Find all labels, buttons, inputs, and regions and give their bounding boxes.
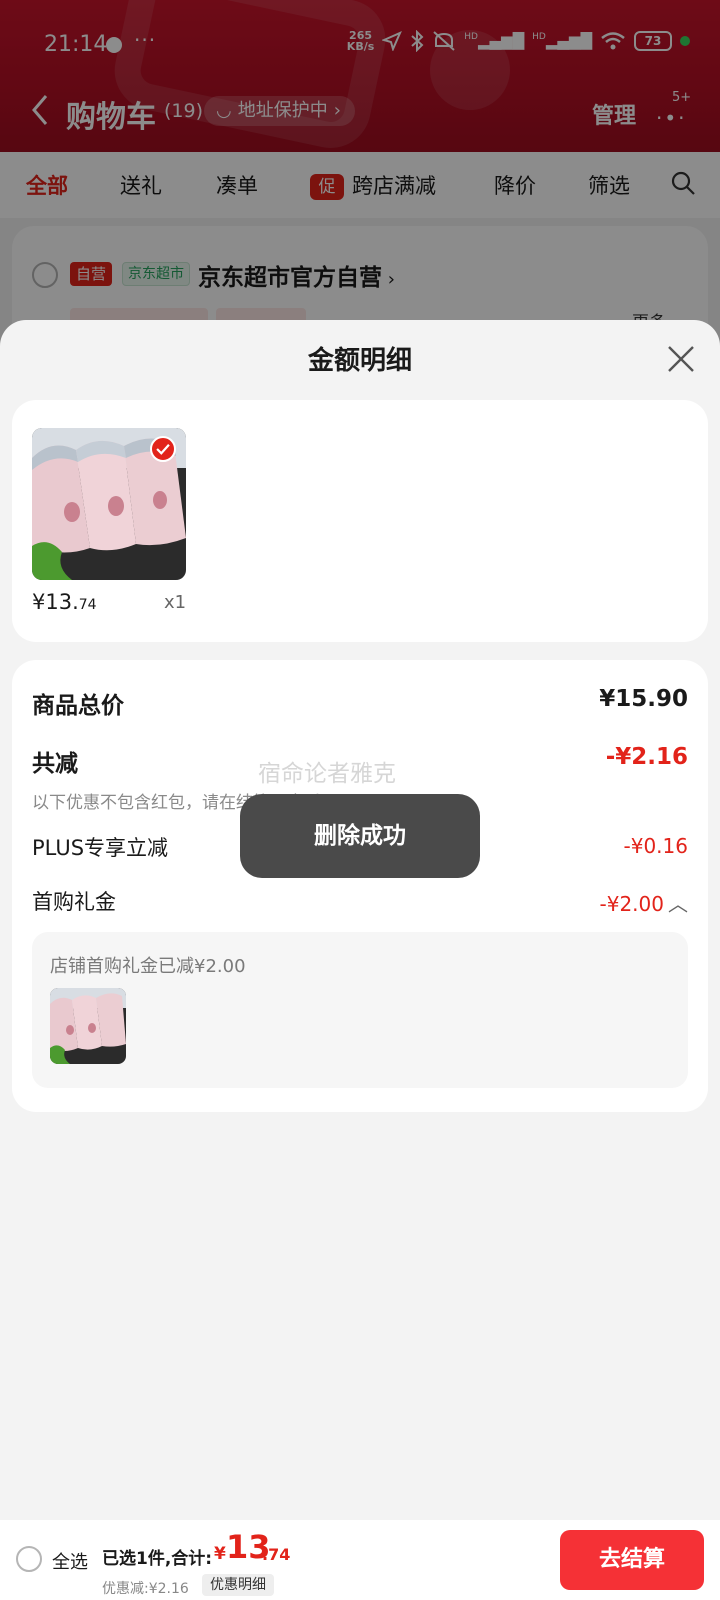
select-all-radio[interactable] [16, 1546, 42, 1572]
close-icon[interactable] [666, 344, 696, 374]
checkout-bar: 全选 已选1件,合计: ¥ 13 .74 优惠减:¥2.16 优惠明细 去结算 [0, 1520, 720, 1600]
product-price-int: ¥13. [32, 590, 79, 614]
chevron-up-icon: ︿ [668, 892, 688, 916]
goods-total-label: 商品总价 [32, 693, 124, 719]
selected-product-card: ¥13.74 x1 [12, 400, 708, 642]
checkout-button[interactable]: 去结算 [560, 1530, 704, 1590]
selection-summary: 已选1件,合计: ¥ 13 .74 [102, 1528, 290, 1569]
plus-discount-value: -¥0.16 [623, 834, 688, 858]
gift-product-image [50, 988, 126, 1064]
total-currency: ¥ [214, 1544, 226, 1564]
total-discount-label: 共减 [32, 751, 78, 777]
select-all-label[interactable]: 全选 [52, 1548, 88, 1574]
product-price-dec: 74 [78, 597, 97, 613]
total-discount-value: -¥2.16 [605, 744, 688, 770]
selection-summary-label: 已选1件,合计: [102, 1549, 213, 1569]
amount-detail-sheet: 金额明细 ¥13.74 x1 商品总价 ¥15.90 共减 -¥2.16 以下优… [0, 320, 720, 1600]
discount-detail-button[interactable]: 优惠明细 [202, 1574, 274, 1596]
plus-discount-label: PLUS专享立减 [32, 836, 169, 860]
first-purchase-gift-label: 首购礼金 [32, 890, 116, 914]
gift-detail-text: 店铺首购礼金已减¥2.00 [50, 956, 246, 977]
first-purchase-gift-toggle[interactable]: -¥2.00 ︿ [600, 888, 688, 917]
product-price: ¥13.74 [32, 590, 97, 614]
discount-summary: 优惠减:¥2.16 [102, 1581, 189, 1597]
total-amount-dec: .74 [262, 1545, 291, 1564]
price-breakdown-card: 商品总价 ¥15.90 共减 -¥2.16 以下优惠不包含红包，请在结算页查看 … [12, 660, 708, 1112]
sheet-title: 金额明细 [307, 346, 412, 376]
watermark: 宿命论者雅克 [258, 761, 396, 787]
selected-check-icon[interactable] [150, 436, 176, 462]
product-quantity: x1 [164, 592, 187, 613]
first-purchase-gift-value: -¥2.00 [599, 892, 664, 916]
goods-total-value: ¥15.90 [599, 686, 688, 712]
gift-detail-box: 店铺首购礼金已减¥2.00 [32, 932, 688, 1088]
toast-message: 删除成功 [240, 794, 480, 878]
